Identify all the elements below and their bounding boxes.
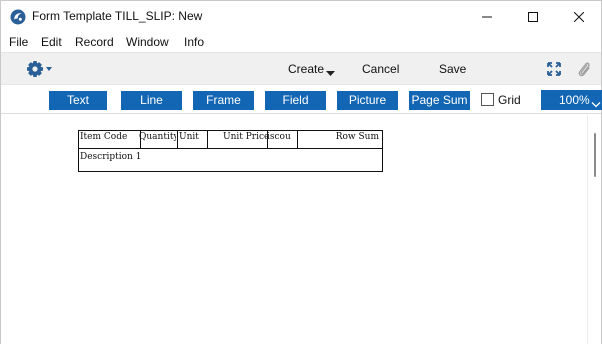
cancel-button[interactable]: Cancel bbox=[362, 62, 399, 76]
scrollbar-thumb[interactable] bbox=[594, 133, 596, 177]
line-tool-button[interactable]: Line bbox=[121, 91, 182, 110]
close-button[interactable] bbox=[556, 1, 602, 32]
menu-edit[interactable]: Edit bbox=[41, 35, 62, 49]
field-row-sum[interactable]: Row Sum bbox=[301, 132, 379, 142]
menu-record[interactable]: Record bbox=[75, 35, 114, 49]
toolbar: Create Cancel Save bbox=[1, 52, 601, 84]
field-tool-button[interactable]: Field bbox=[265, 91, 326, 110]
window-title: Form Template TILL_SLIP: New bbox=[32, 9, 203, 23]
grid-checkbox[interactable] bbox=[481, 93, 494, 106]
expand-icon bbox=[547, 62, 561, 76]
attach-button[interactable] bbox=[577, 60, 591, 81]
menu-info[interactable]: Info bbox=[184, 35, 204, 49]
field-discount[interactable]: iscou bbox=[267, 132, 297, 142]
field-unit-price[interactable]: Unit Price bbox=[223, 132, 267, 142]
frame-tool-button[interactable]: Frame bbox=[193, 91, 254, 110]
picture-tool-button[interactable]: Picture bbox=[337, 91, 398, 110]
column-divider bbox=[207, 130, 208, 149]
grid-label: Grid bbox=[498, 93, 521, 107]
save-button[interactable]: Save bbox=[439, 62, 466, 76]
maximize-button[interactable] bbox=[510, 1, 556, 32]
close-icon bbox=[574, 11, 584, 22]
menu-window[interactable]: Window bbox=[126, 35, 169, 49]
chevron-down-icon[interactable] bbox=[326, 66, 335, 80]
tool-palette: Text Line Frame Field Picture Page Sum G… bbox=[1, 84, 602, 114]
minimize-icon bbox=[482, 16, 492, 17]
field-item-code[interactable]: Item Code bbox=[80, 132, 138, 142]
title-bar: Form Template TILL_SLIP: New bbox=[1, 1, 601, 32]
field-quantity[interactable]: Quantity bbox=[139, 132, 176, 142]
field-description[interactable]: Description 1 bbox=[80, 152, 200, 162]
app-window: Form Template TILL_SLIP: New File Edit R… bbox=[0, 0, 602, 344]
app-logo-icon bbox=[10, 9, 26, 25]
text-tool-button[interactable]: Text bbox=[49, 91, 107, 110]
field-unit[interactable]: Unit bbox=[179, 132, 206, 142]
settings-button[interactable] bbox=[26, 60, 56, 81]
maximize-icon bbox=[528, 11, 538, 22]
chevron-down-icon[interactable] bbox=[591, 97, 601, 111]
column-divider bbox=[177, 130, 178, 149]
gear-icon bbox=[27, 61, 52, 77]
create-button[interactable]: Create bbox=[288, 62, 324, 76]
minimize-button[interactable] bbox=[464, 1, 510, 32]
menu-file[interactable]: File bbox=[9, 35, 28, 49]
page-sum-tool-button[interactable]: Page Sum bbox=[409, 91, 470, 110]
column-divider bbox=[297, 130, 298, 149]
menu-bar: File Edit Record Window Info bbox=[1, 32, 601, 52]
paperclip-icon bbox=[578, 62, 590, 77]
fullscreen-button[interactable] bbox=[547, 62, 561, 79]
zoom-value: 100% bbox=[559, 93, 590, 107]
